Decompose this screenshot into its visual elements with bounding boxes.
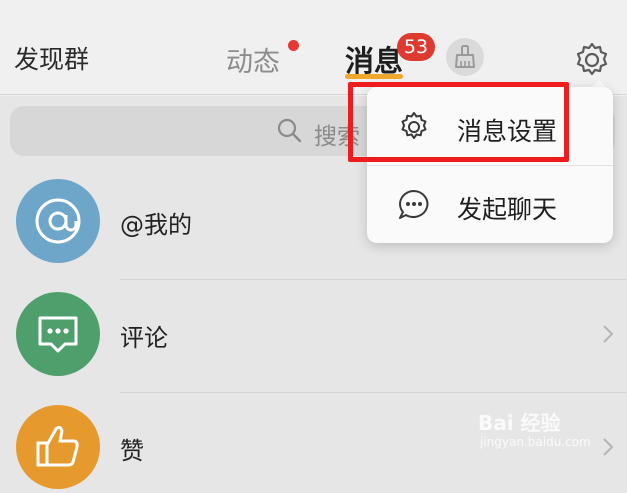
clear-unread-button[interactable] [446, 38, 484, 76]
comments-avatar [16, 292, 100, 376]
clean-brush-icon [455, 45, 475, 68]
unread-dot [288, 40, 299, 51]
thumbs-up-icon [36, 425, 79, 467]
likes-label: 赞 [120, 437, 144, 465]
menu-item-start-chat[interactable]: 发起聊天 [367, 166, 613, 244]
list-item-comments[interactable]: 评论 [0, 280, 627, 380]
mentions-label: @我的 [120, 211, 192, 239]
tab-dynamics[interactable]: 动态 [226, 40, 280, 79]
discover-groups-link[interactable]: 发现群 [14, 40, 89, 76]
settings-gear-button[interactable] [572, 40, 612, 80]
active-tab-underline [345, 74, 403, 79]
comment-icon [38, 316, 78, 353]
at-icon [35, 198, 81, 244]
watermark-sub: jingyan.baidu.com [480, 435, 591, 449]
chevron-right-icon [603, 325, 614, 343]
baidu-jingyan-watermark: Bai 经验 jingyan.baidu.com [478, 407, 623, 457]
start-chat-label: 发起聊天 [457, 195, 558, 224]
chat-bubble-icon [399, 190, 429, 219]
mentions-avatar [16, 179, 100, 263]
likes-avatar [16, 405, 100, 489]
highlight-annotation-box [348, 82, 569, 162]
settings-gear-icon [576, 42, 608, 76]
message-count-badge: 53 [397, 33, 435, 61]
search-icon [277, 118, 302, 143]
comments-label: 评论 [120, 324, 168, 352]
watermark-main: Bai 经验 [478, 411, 561, 435]
